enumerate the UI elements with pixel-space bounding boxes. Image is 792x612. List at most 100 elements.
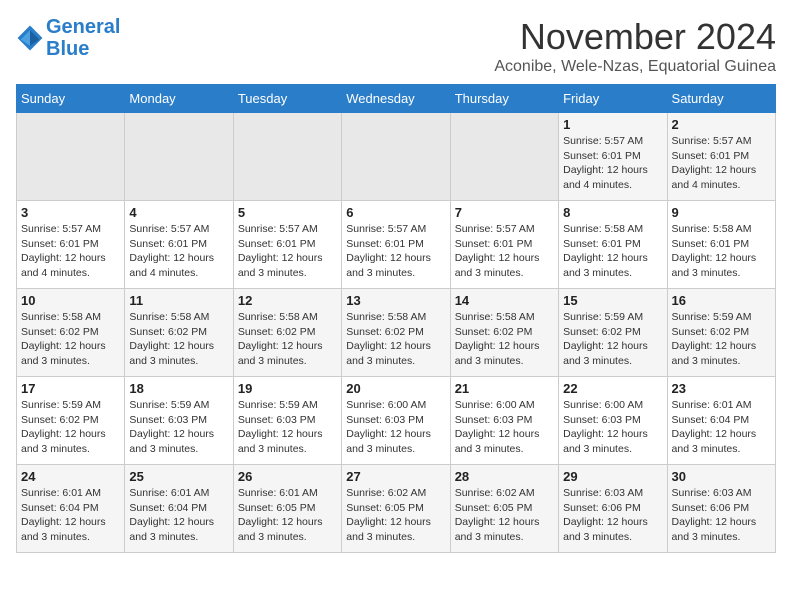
- weekday-header-monday: Monday: [125, 85, 233, 113]
- day-number: 19: [238, 381, 337, 396]
- calendar-cell: 26Sunrise: 6:01 AM Sunset: 6:05 PM Dayli…: [233, 465, 341, 553]
- calendar-cell: 23 Sunrise: 6:01 AM Sunset: 6:04 PM Dayli…: [667, 377, 775, 465]
- calendar-cell: 5 Sunrise: 5:57 AM Sunset: 6:01 PM Daylig…: [233, 201, 341, 289]
- day-info: Sunrise: 5:58 AM Sunset: 6:01 PM Dayligh…: [563, 222, 662, 281]
- day-number: 11: [129, 293, 228, 308]
- day-info: Sunrise: 5:57 AM Sunset: 6:01 PM Dayligh…: [238, 222, 337, 281]
- day-info: Sunrise: 5:58 AM Sunset: 6:02 PM Dayligh…: [346, 310, 445, 369]
- calendar-cell: [342, 113, 450, 201]
- calendar-week-2: 3 Sunrise: 5:57 AM Sunset: 6:01 PM Daylig…: [17, 201, 776, 289]
- day-number: 24: [21, 469, 120, 484]
- calendar-cell: 30Sunrise: 6:03 AM Sunset: 6:06 PM Dayli…: [667, 465, 775, 553]
- day-number: 14: [455, 293, 554, 308]
- calendar-week-5: 24 Sunrise: 6:01 AM Sunset: 6:04 PM Dayli…: [17, 465, 776, 553]
- calendar-cell: 16 Sunrise: 5:59 AM Sunset: 6:02 PM Dayli…: [667, 289, 775, 377]
- calendar-cell: 6 Sunrise: 5:57 AM Sunset: 6:01 PM Daylig…: [342, 201, 450, 289]
- calendar-cell: 27 Sunrise: 6:02 AM Sunset: 6:05 PM Dayli…: [342, 465, 450, 553]
- day-info: Sunrise: 5:57 AM Sunset: 6:01 PM Dayligh…: [455, 222, 554, 281]
- calendar-cell: 17 Sunrise: 5:59 AM Sunset: 6:02 PM Dayli…: [17, 377, 125, 465]
- day-number: 27: [346, 469, 445, 484]
- logo-line2: Blue: [46, 38, 89, 60]
- day-info: Sunrise: 5:57 AM Sunset: 6:01 PM Dayligh…: [346, 222, 445, 281]
- calendar-cell: 15Sunrise: 5:59 AM Sunset: 6:02 PM Dayli…: [559, 289, 667, 377]
- calendar-cell: 2Sunrise: 5:57 AM Sunset: 6:01 PM Daylig…: [667, 113, 775, 201]
- day-info: Sunrise: 6:00 AM Sunset: 6:03 PM Dayligh…: [563, 398, 662, 457]
- day-info: Sunrise: 6:01 AM Sunset: 6:04 PM Dayligh…: [21, 486, 120, 545]
- day-info: Sunrise: 5:59 AM Sunset: 6:03 PM Dayligh…: [238, 398, 337, 457]
- day-number: 30: [672, 469, 771, 484]
- calendar-cell: 28 Sunrise: 6:02 AM Sunset: 6:05 PM Dayli…: [450, 465, 558, 553]
- calendar-cell: 24 Sunrise: 6:01 AM Sunset: 6:04 PM Dayli…: [17, 465, 125, 553]
- day-info: Sunrise: 6:02 AM Sunset: 6:05 PM Dayligh…: [346, 486, 445, 545]
- day-info: Sunrise: 6:00 AM Sunset: 6:03 PM Dayligh…: [455, 398, 554, 457]
- day-info: Sunrise: 6:02 AM Sunset: 6:05 PM Dayligh…: [455, 486, 554, 545]
- day-number: 16: [672, 293, 771, 308]
- calendar-cell: 1 Sunrise: 5:57 AM Sunset: 6:01 PM Daylig…: [559, 113, 667, 201]
- calendar-week-4: 17 Sunrise: 5:59 AM Sunset: 6:02 PM Dayli…: [17, 377, 776, 465]
- day-number: 15: [563, 293, 662, 308]
- weekday-header-friday: Friday: [559, 85, 667, 113]
- title-block: November 2024 Aconibe, Wele-Nzas, Equato…: [494, 16, 776, 76]
- weekday-header-wednesday: Wednesday: [342, 85, 450, 113]
- location-subtitle: Aconibe, Wele-Nzas, Equatorial Guinea: [494, 58, 776, 76]
- calendar-cell: 21 Sunrise: 6:00 AM Sunset: 6:03 PM Dayli…: [450, 377, 558, 465]
- day-info: Sunrise: 5:59 AM Sunset: 6:02 PM Dayligh…: [21, 398, 120, 457]
- calendar-cell: 4Sunrise: 5:57 AM Sunset: 6:01 PM Daylig…: [125, 201, 233, 289]
- day-info: Sunrise: 5:58 AM Sunset: 6:01 PM Dayligh…: [672, 222, 771, 281]
- day-number: 13: [346, 293, 445, 308]
- calendar-cell: 12 Sunrise: 5:58 AM Sunset: 6:02 PM Dayli…: [233, 289, 341, 377]
- day-info: Sunrise: 5:58 AM Sunset: 6:02 PM Dayligh…: [129, 310, 228, 369]
- calendar-cell: 19 Sunrise: 5:59 AM Sunset: 6:03 PM Dayli…: [233, 377, 341, 465]
- day-info: Sunrise: 6:00 AM Sunset: 6:03 PM Dayligh…: [346, 398, 445, 457]
- logo: General Blue: [16, 16, 120, 60]
- calendar-week-1: 1 Sunrise: 5:57 AM Sunset: 6:01 PM Daylig…: [17, 113, 776, 201]
- day-number: 5: [238, 205, 337, 220]
- calendar-week-3: 10 Sunrise: 5:58 AM Sunset: 6:02 PM Dayli…: [17, 289, 776, 377]
- day-info: Sunrise: 5:57 AM Sunset: 6:01 PM Dayligh…: [563, 134, 662, 193]
- calendar-cell: 8 Sunrise: 5:58 AM Sunset: 6:01 PM Daylig…: [559, 201, 667, 289]
- day-number: 9: [672, 205, 771, 220]
- calendar-cell: 7 Sunrise: 5:57 AM Sunset: 6:01 PM Daylig…: [450, 201, 558, 289]
- calendar-cell: [125, 113, 233, 201]
- day-number: 12: [238, 293, 337, 308]
- day-number: 25: [129, 469, 228, 484]
- month-title: November 2024: [494, 16, 776, 58]
- calendar-cell: 11 Sunrise: 5:58 AM Sunset: 6:02 PM Dayli…: [125, 289, 233, 377]
- day-info: Sunrise: 5:58 AM Sunset: 6:02 PM Dayligh…: [238, 310, 337, 369]
- calendar-cell: 13 Sunrise: 5:58 AM Sunset: 6:02 PM Dayli…: [342, 289, 450, 377]
- day-info: Sunrise: 5:58 AM Sunset: 6:02 PM Dayligh…: [455, 310, 554, 369]
- calendar-cell: 25Sunrise: 6:01 AM Sunset: 6:04 PM Dayli…: [125, 465, 233, 553]
- page-header: General Blue November 2024 Aconibe, Wele…: [16, 16, 776, 76]
- logo-text: General Blue: [46, 16, 120, 60]
- day-info: Sunrise: 6:01 AM Sunset: 6:05 PM Dayligh…: [238, 486, 337, 545]
- day-number: 21: [455, 381, 554, 396]
- day-number: 17: [21, 381, 120, 396]
- day-number: 2: [672, 117, 771, 132]
- day-info: Sunrise: 5:58 AM Sunset: 6:02 PM Dayligh…: [21, 310, 120, 369]
- weekday-header-sunday: Sunday: [17, 85, 125, 113]
- weekday-header-row: SundayMondayTuesdayWednesdayThursdayFrid…: [17, 85, 776, 113]
- calendar-cell: 14 Sunrise: 5:58 AM Sunset: 6:02 PM Dayli…: [450, 289, 558, 377]
- calendar-table: SundayMondayTuesdayWednesdayThursdayFrid…: [16, 84, 776, 553]
- logo-icon: [16, 24, 44, 52]
- day-number: 28: [455, 469, 554, 484]
- day-info: Sunrise: 5:59 AM Sunset: 6:02 PM Dayligh…: [672, 310, 771, 369]
- weekday-header-thursday: Thursday: [450, 85, 558, 113]
- day-number: 4: [129, 205, 228, 220]
- day-number: 29: [563, 469, 662, 484]
- day-number: 23: [672, 381, 771, 396]
- logo-line1: General: [46, 16, 120, 38]
- day-number: 10: [21, 293, 120, 308]
- day-number: 18: [129, 381, 228, 396]
- day-number: 6: [346, 205, 445, 220]
- calendar-cell: [233, 113, 341, 201]
- day-info: Sunrise: 6:03 AM Sunset: 6:06 PM Dayligh…: [563, 486, 662, 545]
- day-number: 8: [563, 205, 662, 220]
- day-number: 22: [563, 381, 662, 396]
- day-number: 3: [21, 205, 120, 220]
- calendar-cell: 18 Sunrise: 5:59 AM Sunset: 6:03 PM Dayli…: [125, 377, 233, 465]
- day-info: Sunrise: 6:01 AM Sunset: 6:04 PM Dayligh…: [672, 398, 771, 457]
- day-number: 7: [455, 205, 554, 220]
- day-info: Sunrise: 5:59 AM Sunset: 6:03 PM Dayligh…: [129, 398, 228, 457]
- day-number: 1: [563, 117, 662, 132]
